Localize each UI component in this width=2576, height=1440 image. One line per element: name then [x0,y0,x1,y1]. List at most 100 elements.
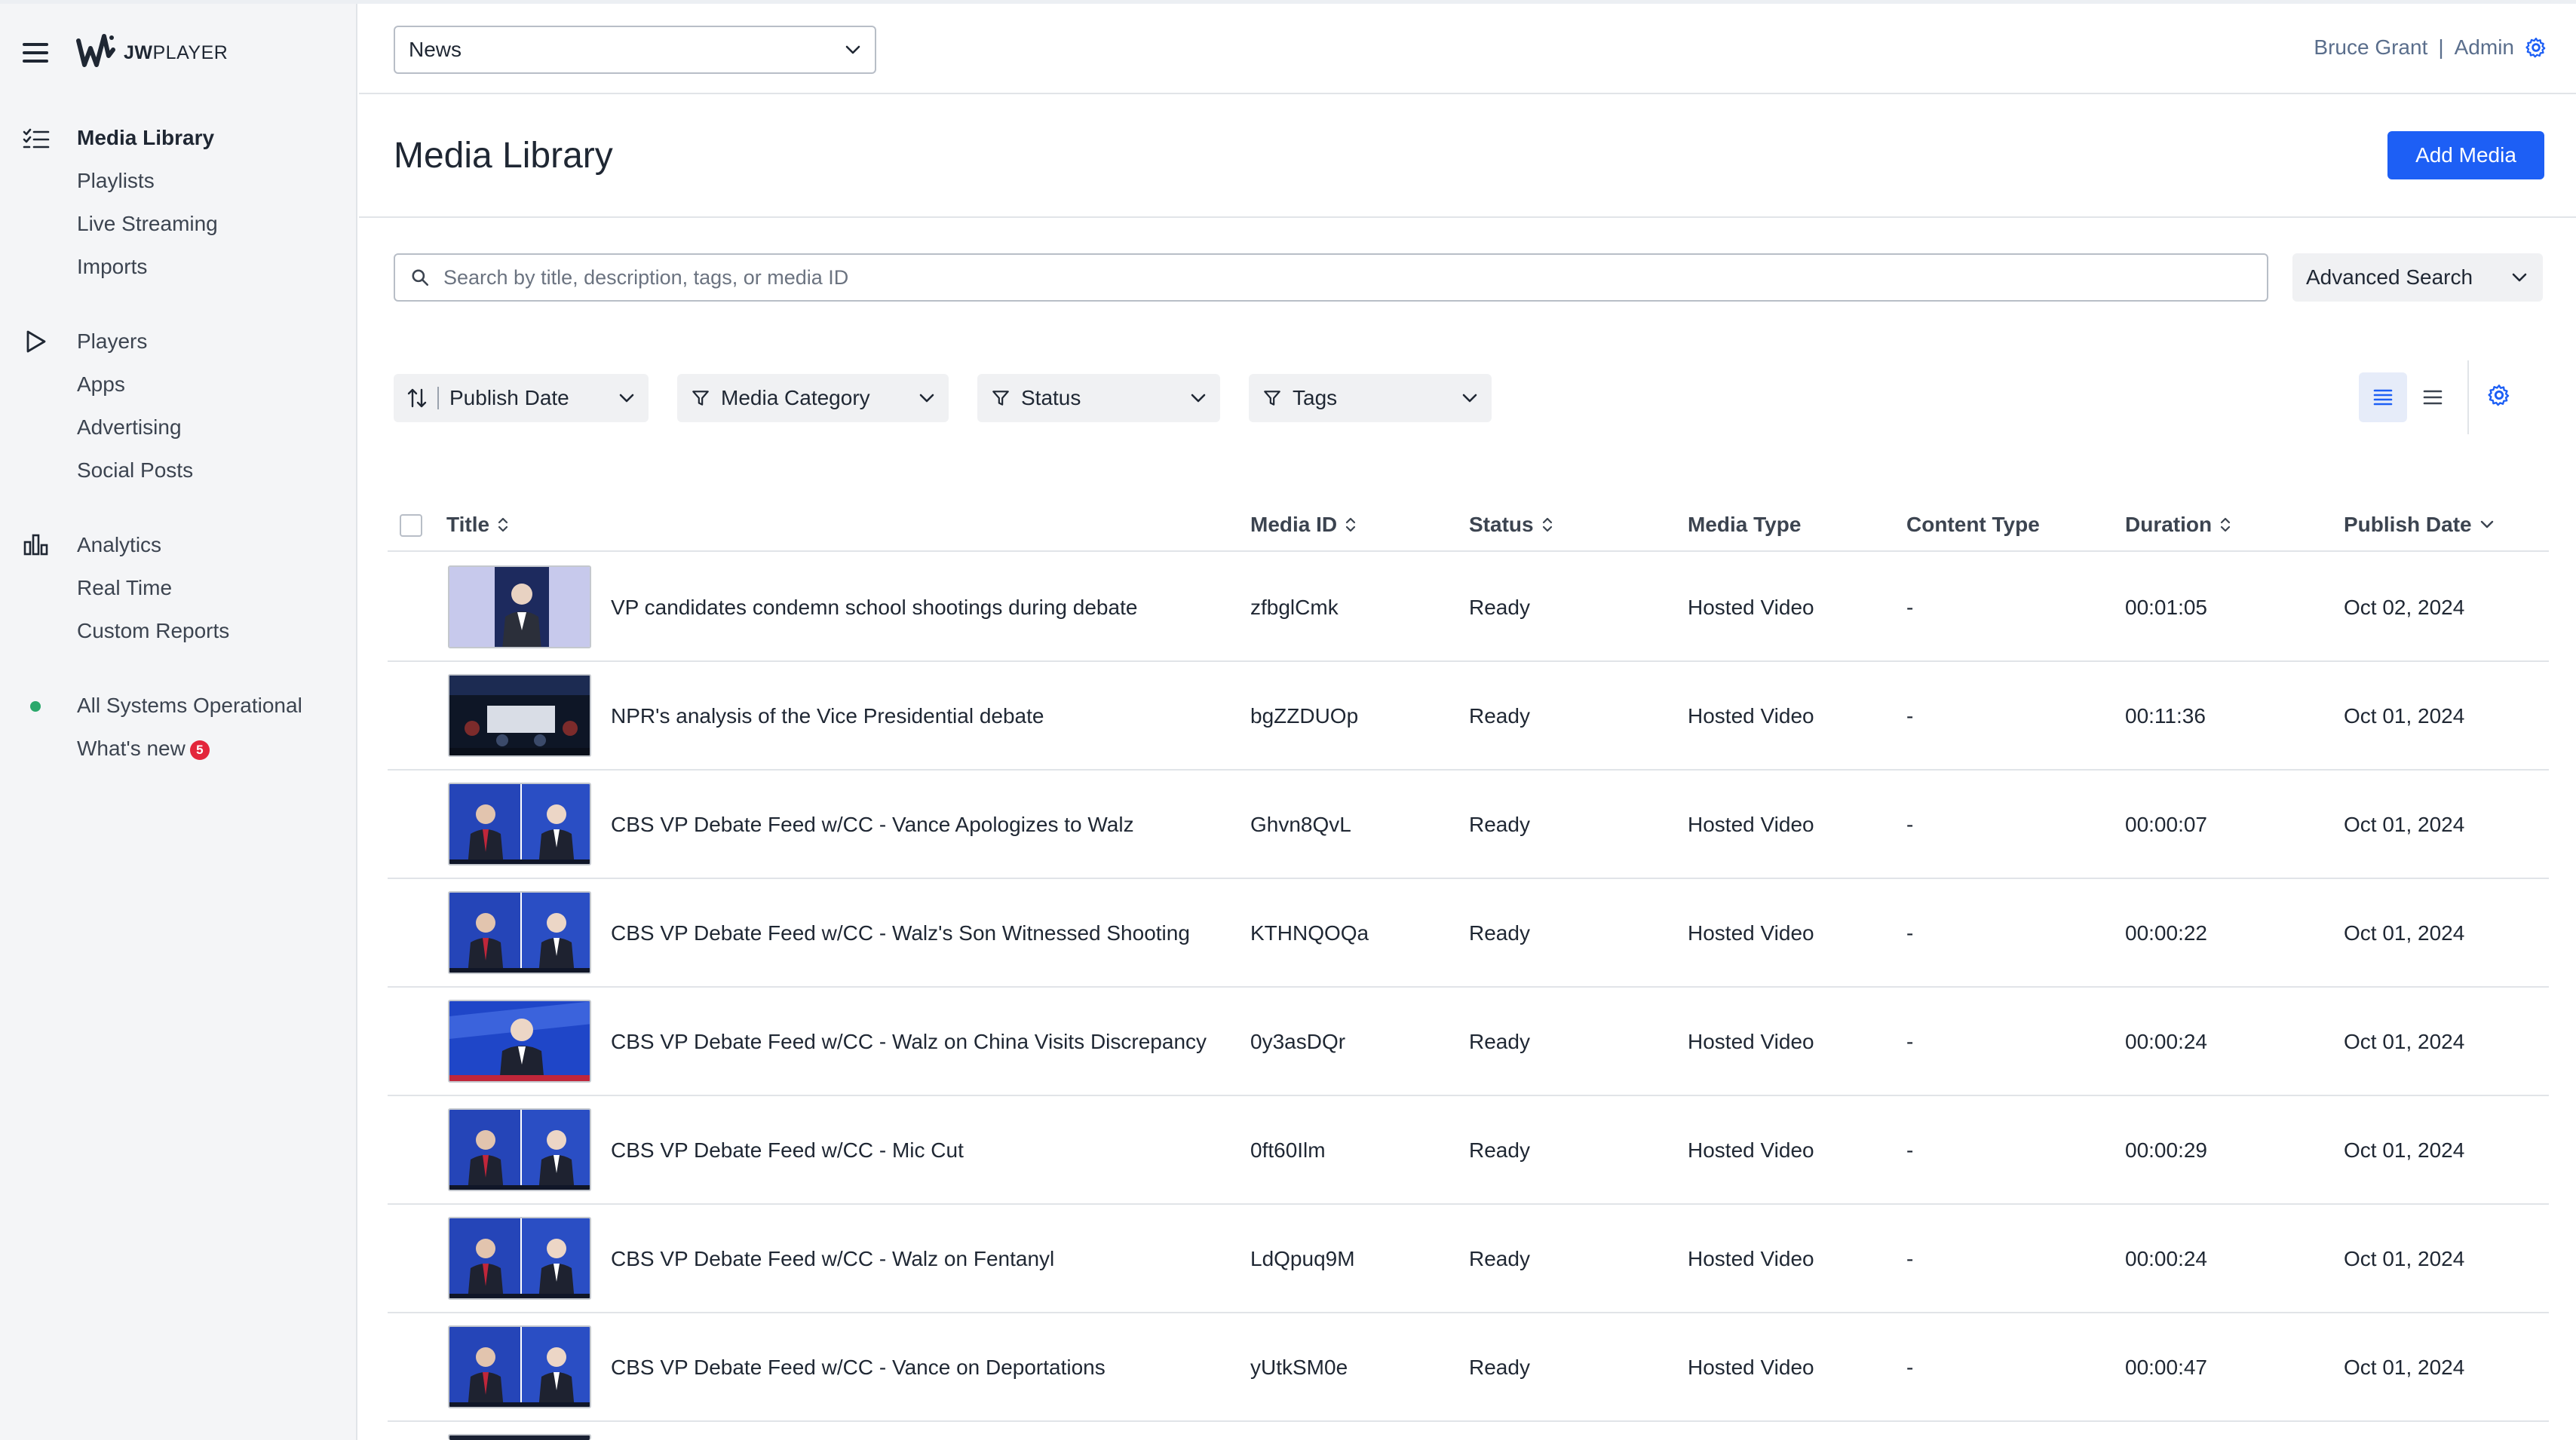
video-thumbnail[interactable] [448,1108,591,1191]
table-row[interactable] [388,1422,2549,1440]
list-view-toggle[interactable] [2359,372,2407,422]
column-content-type: Content Type [1906,498,2040,552]
compact-view-toggle[interactable] [2409,372,2457,422]
row-duration: 00:00:29 [2125,1138,2207,1162]
chevron-down-icon [1462,394,1477,403]
search-input[interactable] [443,265,2178,290]
column-status[interactable]: Status [1469,498,1553,552]
row-publish-date: Oct 01, 2024 [2344,921,2465,945]
sort-updown-icon [498,517,508,532]
sidebar-item-live-streaming[interactable]: Live Streaming [77,212,218,236]
column-media-type-label: Media Type [1688,513,1802,536]
jwplayer-logo-mark-icon [76,34,115,67]
column-duration-label: Duration [2125,513,2213,536]
table-row[interactable]: VP candidates condemn school shootings d… [388,553,2549,662]
row-title[interactable]: NPR's analysis of the Vice Presidential … [611,662,1044,771]
jwplayer-logo[interactable]: JWPLAYER [74,29,228,77]
whats-new-label: What's new [77,737,186,760]
row-status: Ready [1469,813,1530,836]
row-publish-date: Oct 01, 2024 [2344,1356,2465,1379]
table-row[interactable]: CBS VP Debate Feed w/CC - Walz's Son Wit… [388,879,2549,988]
video-thumbnail[interactable] [448,565,591,648]
row-publish-date: Oct 01, 2024 [2344,1247,2465,1270]
tags-filter-label: Tags [1293,386,1338,409]
row-media-id: LdQpuq9M [1250,1247,1355,1270]
video-thumbnail[interactable] [448,1434,591,1440]
table-row[interactable]: NPR's analysis of the Vice Presidential … [388,662,2549,771]
sidebar-item-custom-reports[interactable]: Custom Reports [77,619,229,643]
row-media-id: yUtkSM0e [1250,1356,1348,1379]
row-title[interactable]: CBS VP Debate Feed w/CC - Vance Apologiz… [611,771,1134,879]
table-row[interactable]: CBS VP Debate Feed w/CC - Vance on Depor… [388,1313,2549,1422]
row-title[interactable]: CBS VP Debate Feed w/CC - Walz on China … [611,988,1207,1096]
video-thumbnail[interactable] [448,674,591,757]
video-thumbnail[interactable] [448,891,591,974]
row-media-type: Hosted Video [1688,1247,1814,1270]
logo-text: JWPLAYER [124,41,228,63]
property-select[interactable]: News [394,26,876,74]
row-media-type: Hosted Video [1688,1030,1814,1053]
sidebar-item-system-status[interactable]: All Systems Operational [77,694,302,718]
sidebar-item-whats-new[interactable]: What's new 5 [77,737,210,761]
row-title[interactable]: CBS VP Debate Feed w/CC - Mic Cut [611,1096,964,1205]
column-media-type: Media Type [1688,498,1801,552]
sort-dropdown[interactable]: Publish Date [394,374,649,422]
user-name[interactable]: Bruce Grant [2314,35,2427,60]
sidebar-item-media-library[interactable]: Media Library [77,126,214,150]
sort-updown-icon [1542,517,1552,532]
chevron-down-icon [919,394,934,403]
row-content-type: - [1906,596,1914,619]
search-box [394,253,2268,302]
system-status-dot [30,701,41,712]
select-all-checkbox[interactable] [400,514,422,537]
row-publish-date: Oct 01, 2024 [2344,704,2465,728]
column-duration[interactable]: Duration [2125,498,2231,552]
menu-icon[interactable] [23,43,48,63]
row-status: Ready [1469,1030,1530,1053]
gear-icon[interactable] [2525,36,2547,59]
table-row[interactable]: CBS VP Debate Feed w/CC - Mic Cut 0ft60I… [388,1096,2549,1205]
row-title[interactable]: CBS VP Debate Feed w/CC - Vance on Depor… [611,1313,1106,1422]
video-thumbnail[interactable] [448,1000,591,1083]
media-category-filter[interactable]: Media Category [677,374,949,422]
row-duration: 00:01:05 [2125,596,2207,619]
sidebar-item-analytics[interactable]: Analytics [77,533,161,557]
add-media-button[interactable]: Add Media [2387,131,2544,179]
sort-updown-icon [2221,517,2231,532]
tags-filter[interactable]: Tags [1249,374,1492,422]
row-media-id: 0y3asDQr [1250,1030,1346,1053]
row-media-id: KTHNQOQa [1250,921,1369,945]
video-thumbnail[interactable] [448,1325,591,1408]
column-publish-date[interactable]: Publish Date [2344,498,2495,552]
sidebar-item-imports[interactable]: Imports [77,255,147,279]
table-row[interactable]: CBS VP Debate Feed w/CC - Walz on China … [388,988,2549,1096]
sidebar-item-real-time[interactable]: Real Time [77,576,172,600]
row-content-type: - [1906,813,1914,836]
row-title[interactable]: VP candidates condemn school shootings d… [611,553,1137,662]
user-role[interactable]: Admin [2455,35,2514,60]
row-publish-date: Oct 01, 2024 [2344,813,2465,836]
column-content-type-label: Content Type [1906,513,2040,536]
video-thumbnail[interactable] [448,1217,591,1300]
sidebar-item-apps[interactable]: Apps [77,372,125,397]
row-title[interactable]: CBS VP Debate Feed w/CC - Walz's Son Wit… [611,879,1190,988]
sidebar-item-advertising[interactable]: Advertising [77,415,182,440]
chevron-down-icon [2480,520,2493,529]
sidebar-item-playlists[interactable]: Playlists [77,169,155,193]
column-title[interactable]: Title [446,498,509,552]
table-row[interactable]: CBS VP Debate Feed w/CC - Walz on Fentan… [388,1205,2549,1313]
sidebar-item-players[interactable]: Players [77,329,147,354]
row-duration: 00:00:24 [2125,1030,2207,1053]
chevron-down-icon [2512,273,2527,282]
row-title[interactable]: CBS VP Debate Feed w/CC - Walz on Fentan… [611,1205,1054,1313]
row-publish-date: Oct 01, 2024 [2344,1138,2465,1162]
table-row[interactable]: CBS VP Debate Feed w/CC - Vance Apologiz… [388,771,2549,879]
sidebar-item-social-posts[interactable]: Social Posts [77,458,193,483]
table-settings-gear-icon[interactable] [2487,383,2511,407]
advanced-search-button[interactable]: Advanced Search [2292,253,2543,302]
video-thumbnail[interactable] [448,783,591,866]
status-filter[interactable]: Status [977,374,1220,422]
row-content-type: - [1906,704,1914,728]
column-media-id[interactable]: Media ID [1250,498,1357,552]
row-content-type: - [1906,1138,1914,1162]
